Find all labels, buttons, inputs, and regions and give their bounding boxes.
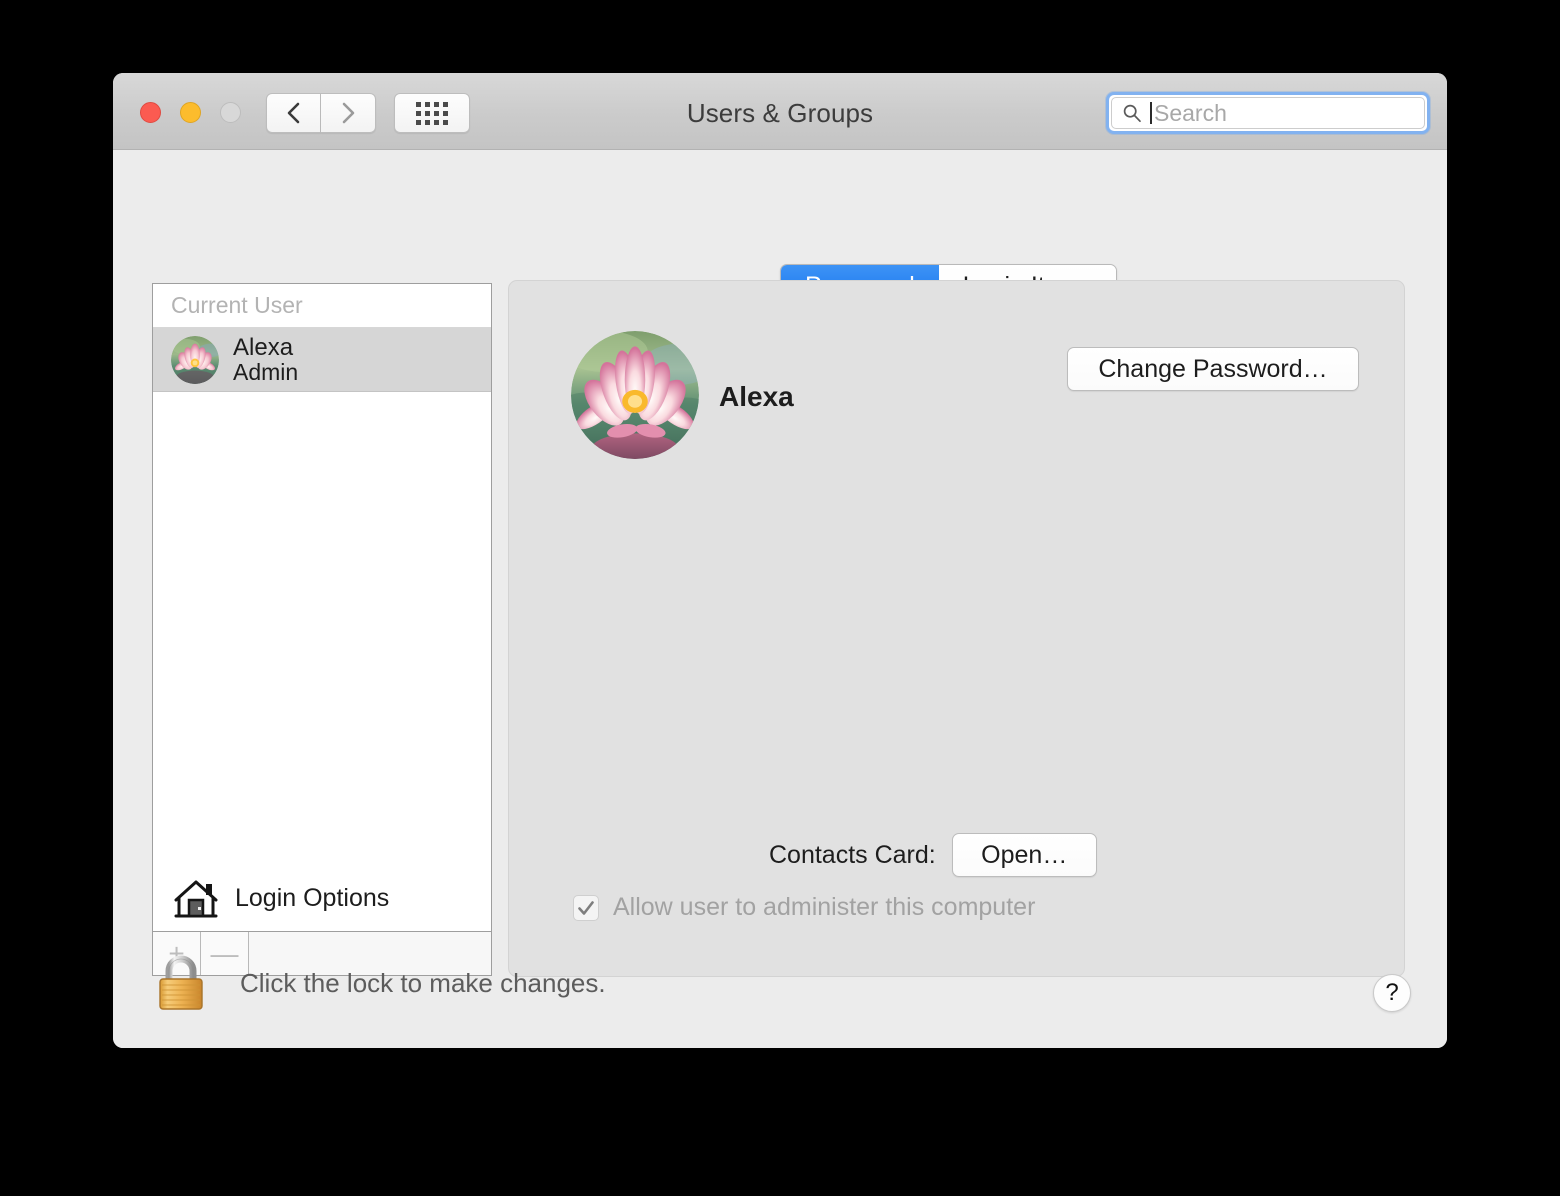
home-icon (174, 880, 218, 917)
sidebar-item-user[interactable]: Alexa Admin (153, 328, 491, 392)
password-pane: Alexa Change Password… Contacts Card: Op… (508, 280, 1405, 977)
sidebar-group-header: Current User (153, 284, 491, 328)
sidebar-group-header-label: Current User (171, 292, 303, 318)
screen: Users & Groups Search Current User Alexa… (0, 0, 1560, 1196)
open-contacts-card-label: Open… (981, 840, 1068, 869)
avatar (171, 335, 219, 384)
search-field-inner[interactable]: Search (1111, 97, 1425, 129)
window-titlebar: Users & Groups Search (113, 73, 1447, 150)
sidebar-empty-list-area[interactable] (153, 393, 491, 872)
text-cursor (1150, 102, 1152, 124)
system-preferences-window: Users & Groups Search Current User Alexa… (113, 73, 1447, 1048)
help-label: ? (1385, 979, 1399, 1006)
user-full-name: Alexa (719, 381, 794, 412)
change-password-button[interactable]: Change Password… (1067, 347, 1359, 391)
help-button[interactable]: ? (1373, 974, 1411, 1012)
sidebar-user-role: Admin (233, 359, 299, 386)
open-contacts-card-button[interactable]: Open… (951, 833, 1097, 877)
change-password-label: Change Password… (1098, 354, 1328, 383)
search-field[interactable]: Search (1106, 92, 1430, 134)
login-options-label: Login Options (235, 884, 390, 912)
lock-closed-icon (159, 955, 203, 1010)
water-lily-photo (571, 331, 699, 459)
contacts-card-row: Contacts Card: Open… (769, 833, 1097, 877)
contacts-card-label: Contacts Card: (769, 840, 936, 869)
lock-row[interactable]: Click the lock to make changes. (155, 954, 606, 1012)
search-icon (1123, 104, 1141, 123)
user-avatar-large[interactable] (571, 331, 699, 459)
water-lily-photo (171, 335, 219, 384)
allow-admin-checkbox (573, 894, 599, 921)
window-content: Current User Alexa Admin Login Options +… (113, 150, 1447, 1048)
sidebar-item-login-options[interactable]: Login Options (153, 867, 491, 930)
allow-admin-label: Allow user to administer this computer (613, 893, 1036, 921)
checkmark-icon (578, 900, 594, 915)
search-placeholder: Search (1154, 99, 1227, 126)
sidebar-user-text: Alexa Admin (233, 333, 299, 386)
lock-message: Click the lock to make changes. (240, 967, 606, 998)
admin-permission-row: Allow user to administer this computer (573, 893, 1035, 922)
users-sidebar: Current User Alexa Admin Login Options +… (152, 283, 492, 976)
sidebar-user-name: Alexa (233, 333, 294, 361)
